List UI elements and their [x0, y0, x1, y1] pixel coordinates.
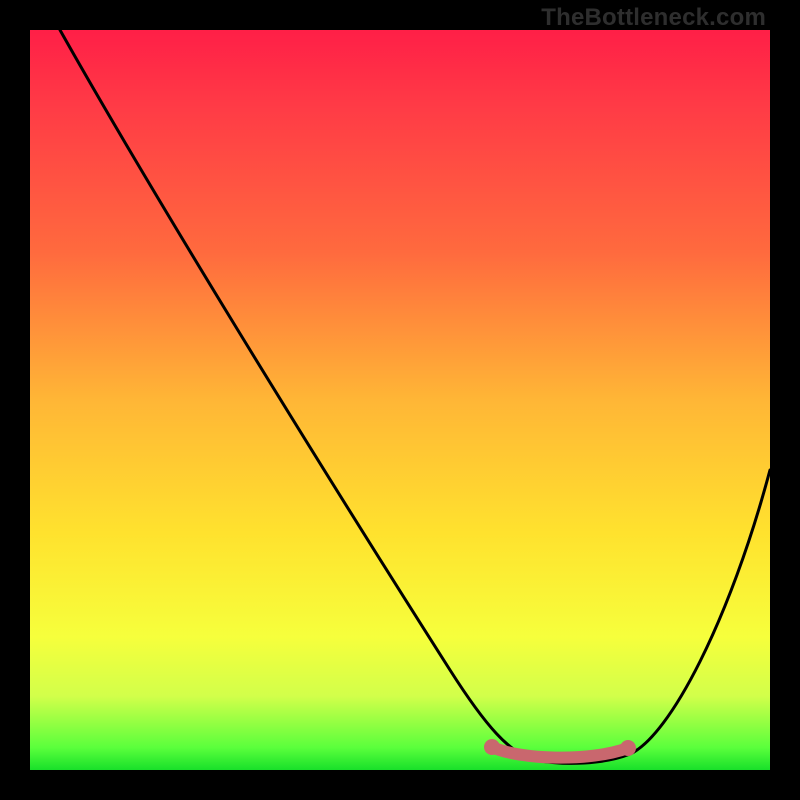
chart-gradient-background [30, 30, 770, 770]
chart-frame [30, 30, 770, 770]
watermark-text: TheBottleneck.com [541, 4, 766, 32]
